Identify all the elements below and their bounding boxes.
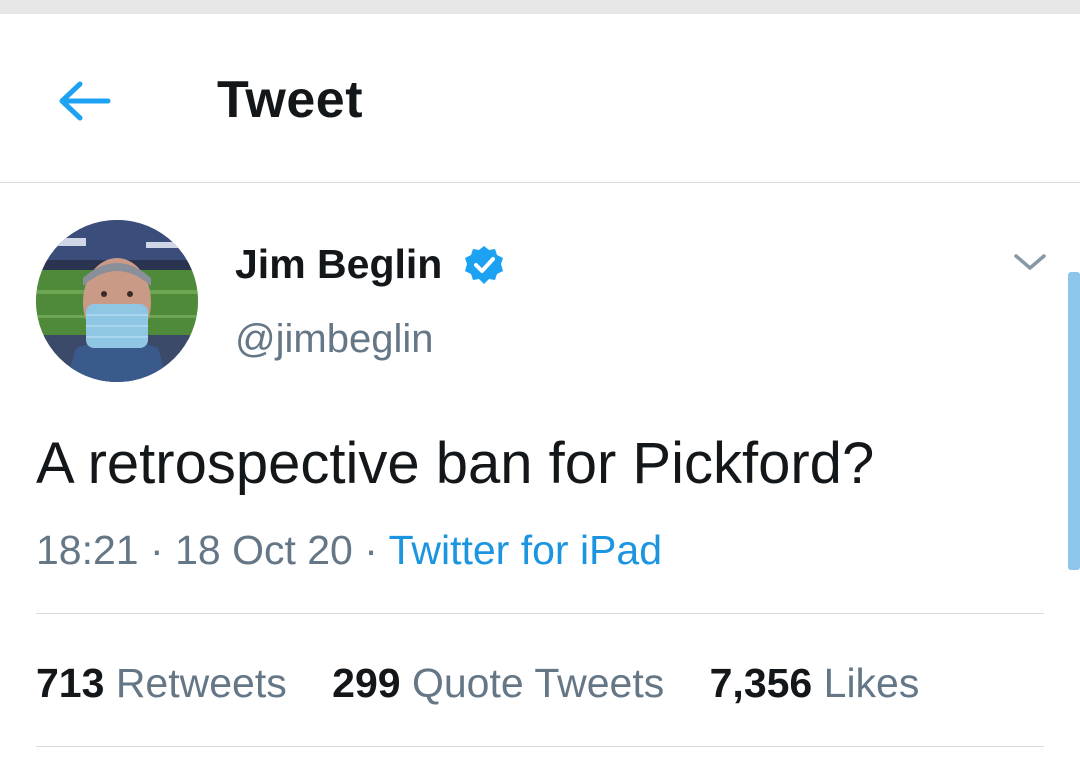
arrow-left-icon (59, 81, 111, 121)
chevron-down-icon (1014, 254, 1046, 270)
retweets-stat[interactable]: 713 Retweets (36, 656, 287, 710)
back-button[interactable] (50, 76, 120, 126)
tweet-source-link[interactable]: Twitter for iPad (389, 527, 662, 573)
likes-stat[interactable]: 7,356 Likes (710, 656, 920, 710)
app-header: Tweet (0, 14, 1080, 183)
quote-tweets-label: Quote Tweets (411, 660, 665, 706)
tweet-stats: 713 Retweets 299 Quote Tweets 7,356 Like… (36, 656, 953, 710)
avatar[interactable] (36, 220, 198, 382)
scrollbar[interactable] (1068, 272, 1080, 570)
tweet-text: A retrospective ban for Pickford? (36, 431, 875, 496)
quote-tweets-count: 299 (332, 660, 401, 706)
retweets-count: 713 (36, 660, 105, 706)
tweet-time: 18:21 (36, 527, 139, 573)
divider (36, 613, 1044, 614)
page-title: Tweet (217, 71, 364, 129)
meta-separator: · (364, 527, 378, 573)
avatar-photo (36, 220, 198, 382)
tweet-detail-screen: Tweet Jim Beglin @jimbeglin A retrospect… (0, 0, 1080, 764)
tweet-date: 18 Oct 20 (175, 527, 353, 573)
verified-badge-icon (465, 246, 503, 284)
tweet-menu-button[interactable] (1008, 248, 1052, 278)
quote-tweets-stat[interactable]: 299 Quote Tweets (332, 656, 664, 710)
meta-separator: · (150, 527, 164, 573)
divider (36, 746, 1044, 747)
author-handle[interactable]: @jimbeglin (235, 314, 433, 364)
author-display-name[interactable]: Jim Beglin (235, 240, 442, 288)
likes-count: 7,356 (709, 660, 813, 706)
retweets-label: Retweets (115, 660, 287, 706)
tweet-meta: 18:21 · 18 Oct 20 · Twitter for iPad (36, 524, 662, 576)
likes-label: Likes (823, 660, 920, 706)
status-bar-strip (0, 0, 1080, 14)
